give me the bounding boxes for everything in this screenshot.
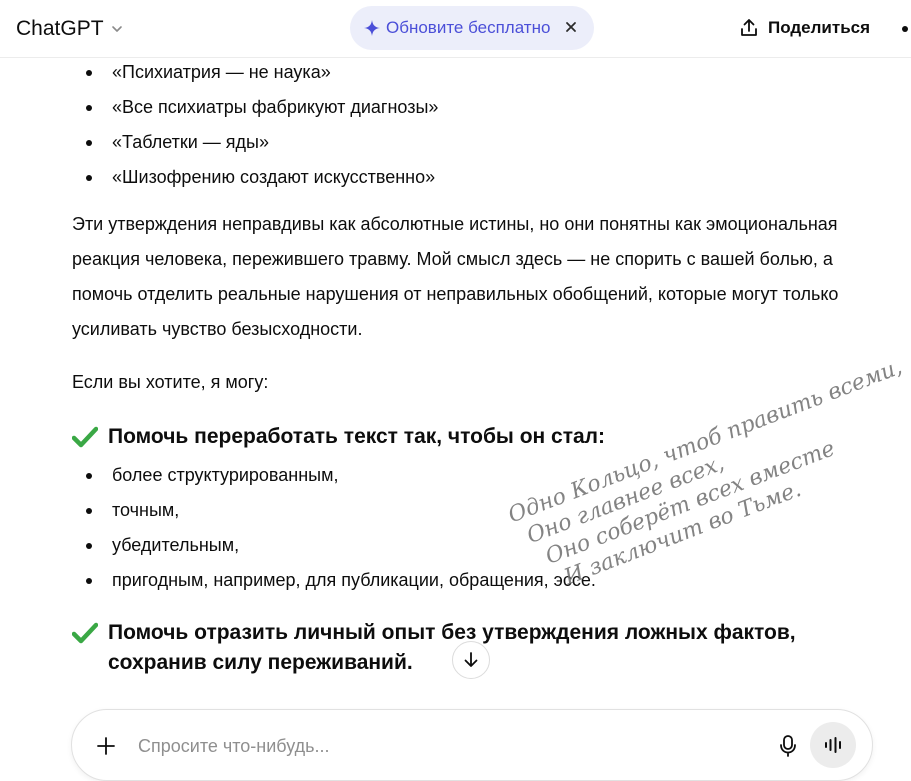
model-name: ChatGPT: [16, 17, 104, 40]
list-item: «Психиатрия — не наука»: [72, 55, 862, 90]
paragraph: Если вы хотите, я могу:: [72, 372, 269, 392]
sparkle-icon: [364, 20, 380, 36]
assistant-message: «Психиатрия — не наука» «Все психиатры ф…: [72, 58, 862, 678]
voice-mode-icon: [825, 737, 841, 753]
close-icon[interactable]: [562, 18, 580, 36]
voice-mode-button[interactable]: [810, 722, 856, 768]
heading-text: Помочь переработать текст так, чтобы он …: [108, 425, 606, 448]
check-icon: [72, 622, 98, 644]
composer: [71, 709, 873, 781]
check-icon: [72, 426, 98, 448]
list-item: убедительным,: [72, 528, 862, 563]
list-item: более структурированным,: [72, 458, 862, 493]
scroll-down-button[interactable]: [452, 641, 490, 679]
arrow-down-icon: [464, 652, 478, 667]
mic-icon: [780, 735, 796, 757]
share-button[interactable]: Поделиться: [738, 14, 870, 42]
model-switcher[interactable]: ChatGPT: [16, 14, 124, 44]
prompt-input[interactable]: [138, 730, 758, 762]
dictate-button[interactable]: [774, 732, 802, 760]
qualities-list: более структурированным, точным, убедите…: [72, 458, 862, 598]
list-item: точным,: [72, 493, 862, 528]
list-item: «Таблетки — яды»: [72, 125, 862, 160]
share-label: Поделиться: [768, 18, 871, 37]
chevron-down-icon: [111, 26, 122, 32]
section-heading: Помочь переработать текст так, чтобы он …: [72, 422, 862, 452]
share-icon: [741, 19, 757, 36]
paragraph: Эти утверждения неправдивы как абсолютны…: [72, 214, 839, 339]
list-item: «Все психиатры фабрикуют диагнозы»: [72, 90, 862, 125]
upgrade-pill[interactable]: Обновите бесплатно: [350, 6, 594, 50]
upgrade-label: Обновите бесплатно: [386, 18, 551, 37]
more-icon[interactable]: [902, 26, 908, 32]
claims-list: «Психиатрия — не наука» «Все психиатры ф…: [72, 55, 862, 195]
top-bar: ChatGPT Обновите бесплатно Поделиться: [0, 0, 911, 58]
list-item: «Шизофрению создают искусственно»: [72, 160, 862, 195]
list-item: пригодным, например, для публикации, обр…: [72, 563, 862, 598]
attach-button[interactable]: [94, 734, 118, 758]
plus-icon: [97, 737, 115, 755]
